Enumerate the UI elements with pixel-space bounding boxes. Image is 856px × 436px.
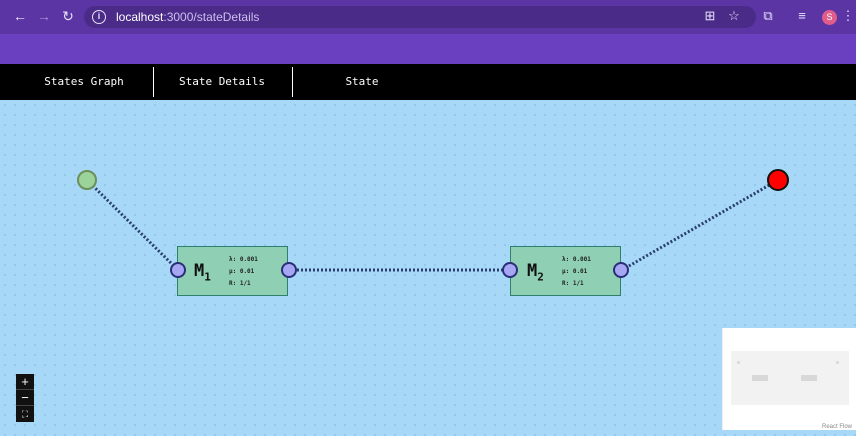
zoom-out-button[interactable]: − — [16, 390, 34, 406]
tab-states-graph[interactable]: States Graph — [36, 64, 132, 100]
block-title: M2 — [527, 261, 544, 284]
profile-avatar[interactable]: S — [822, 10, 837, 25]
lambda-value: λ: 0.001 — [229, 256, 258, 263]
minimap-viewport — [731, 351, 849, 405]
flow-canvas[interactable]: M1 λ: 0.001 μ: 0.01 R: 1/1 M2 λ: 0.001 μ… — [0, 100, 856, 436]
url-path: :3000/stateDetails — [163, 10, 260, 24]
edge-start-m1[interactable] — [85, 178, 180, 272]
tab-state-details[interactable]: State Details — [170, 64, 274, 100]
nav-divider — [153, 67, 154, 97]
url-text: localhost:3000/stateDetails — [116, 10, 259, 24]
reading-list-icon[interactable]: ≡ — [794, 8, 810, 24]
browser-toolbar: ← → ↻ i localhost:3000/stateDetails ⊞ ☆ … — [0, 0, 856, 34]
fit-view-button[interactable]: ⛶ — [16, 406, 34, 422]
bookmark-star-icon[interactable]: ☆ — [726, 8, 742, 24]
m2-output-port[interactable] — [613, 262, 629, 278]
m1-input-port[interactable] — [170, 262, 186, 278]
r-value: R: 1/1 — [562, 280, 584, 287]
app-nav: States Graph State Details State Connect… — [0, 64, 856, 124]
menu-kebab-icon[interactable]: ⋮ — [840, 8, 856, 24]
r-value: R: 1/1 — [229, 280, 251, 287]
block-title: M1 — [194, 261, 211, 284]
block-m2[interactable]: M2 λ: 0.001 μ: 0.01 R: 1/1 — [510, 246, 621, 296]
edge-m2-end[interactable] — [621, 178, 779, 272]
address-bar[interactable]: i localhost:3000/stateDetails — [84, 6, 756, 28]
minimap-start-node — [737, 361, 740, 364]
end-node[interactable] — [767, 169, 789, 191]
zoom-in-button[interactable]: + — [16, 374, 34, 390]
attribution-link[interactable]: React Flow — [819, 424, 854, 430]
site-info-icon[interactable]: i — [92, 10, 106, 24]
block-m1[interactable]: M1 λ: 0.001 μ: 0.01 R: 1/1 — [177, 246, 288, 296]
lambda-value: λ: 0.001 — [562, 256, 591, 263]
start-node[interactable] — [77, 170, 97, 190]
zoom-controls: + − ⛶ — [16, 374, 34, 422]
app-header-band — [0, 34, 856, 64]
translate-icon[interactable]: ⊞ — [702, 8, 718, 24]
back-icon[interactable]: ← — [12, 8, 28, 24]
url-host: localhost — [116, 10, 164, 24]
forward-icon[interactable]: → — [36, 8, 52, 24]
minimap-block — [752, 375, 768, 381]
m1-output-port[interactable] — [281, 262, 297, 278]
minimap-block — [801, 375, 817, 381]
tab-state-connections[interactable]: State Connections — [308, 64, 416, 124]
nav-divider — [292, 67, 293, 97]
minimap[interactable]: React Flow — [722, 328, 856, 430]
mu-value: μ: 0.01 — [562, 268, 588, 275]
mu-value: μ: 0.01 — [229, 268, 255, 275]
minimap-end-node — [836, 361, 839, 364]
reload-icon[interactable]: ↻ — [60, 8, 76, 24]
m2-input-port[interactable] — [502, 262, 518, 278]
extensions-icon[interactable]: ⧉ — [760, 8, 776, 24]
